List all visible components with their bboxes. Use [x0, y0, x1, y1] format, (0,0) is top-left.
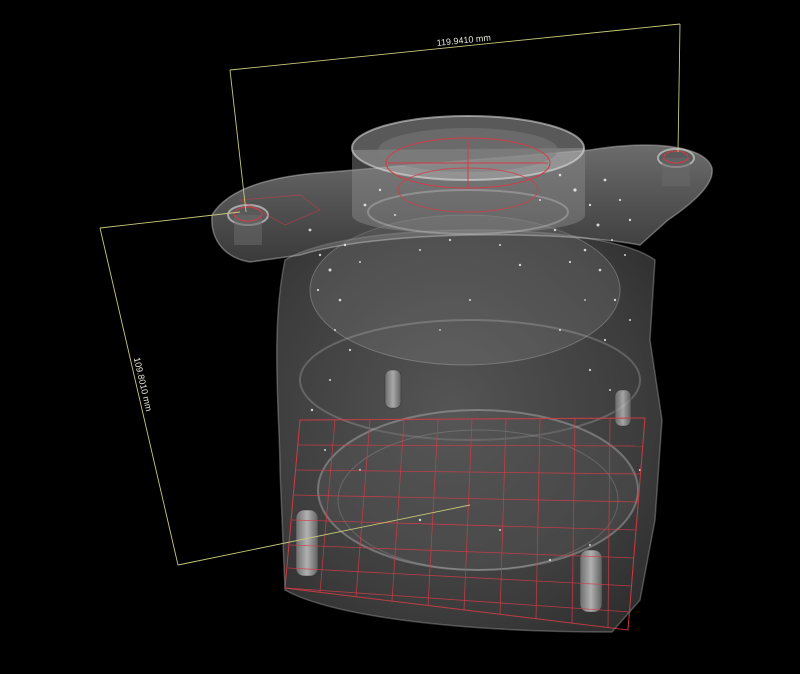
ct-viewer-viewport[interactable]: 119.9410 mm 109.8010 mm	[0, 0, 800, 674]
ct-scan-render[interactable]: 119.9410 mm 109.8010 mm	[0, 0, 800, 674]
height-dimension-label: 109.8010 mm	[132, 356, 154, 412]
